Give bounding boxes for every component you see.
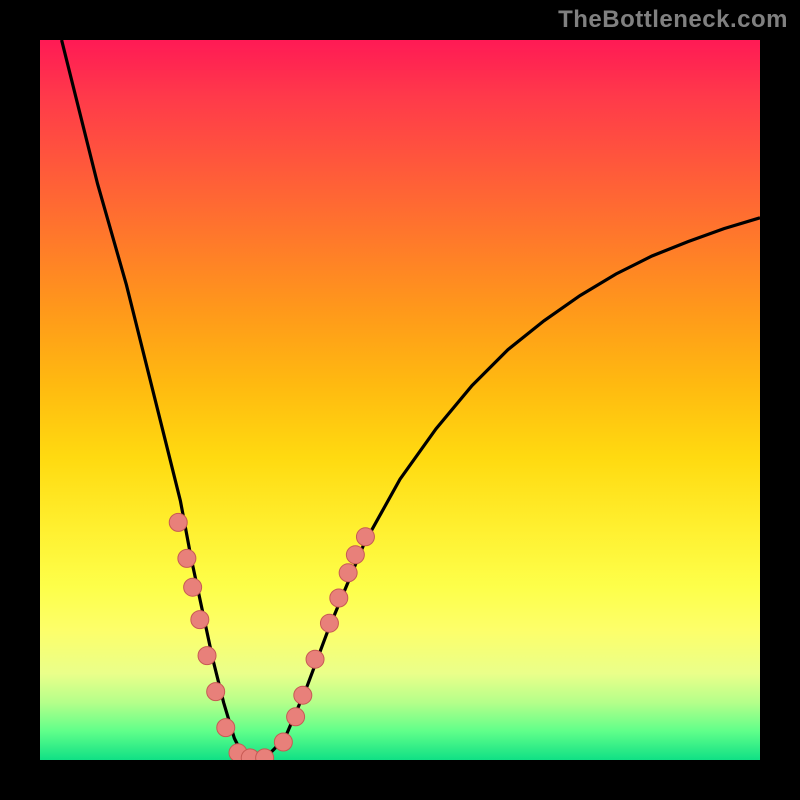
data-marker xyxy=(178,549,196,567)
bottleneck-curve xyxy=(40,40,760,760)
data-marker xyxy=(207,683,225,701)
data-marker xyxy=(274,733,292,751)
curve-path xyxy=(62,40,760,760)
watermark-text: TheBottleneck.com xyxy=(558,6,788,34)
data-marker xyxy=(169,513,187,531)
data-marker xyxy=(320,614,338,632)
marker-group xyxy=(169,513,374,760)
chart-frame: TheBottleneck.com xyxy=(0,0,800,800)
data-marker xyxy=(217,719,235,737)
plot-area xyxy=(40,40,760,760)
data-marker xyxy=(294,686,312,704)
data-marker xyxy=(191,611,209,629)
data-marker xyxy=(356,528,374,546)
data-marker xyxy=(306,650,324,668)
data-marker xyxy=(198,647,216,665)
data-marker xyxy=(346,546,364,564)
data-marker xyxy=(287,708,305,726)
data-marker xyxy=(339,564,357,582)
data-marker xyxy=(330,589,348,607)
data-marker xyxy=(184,578,202,596)
